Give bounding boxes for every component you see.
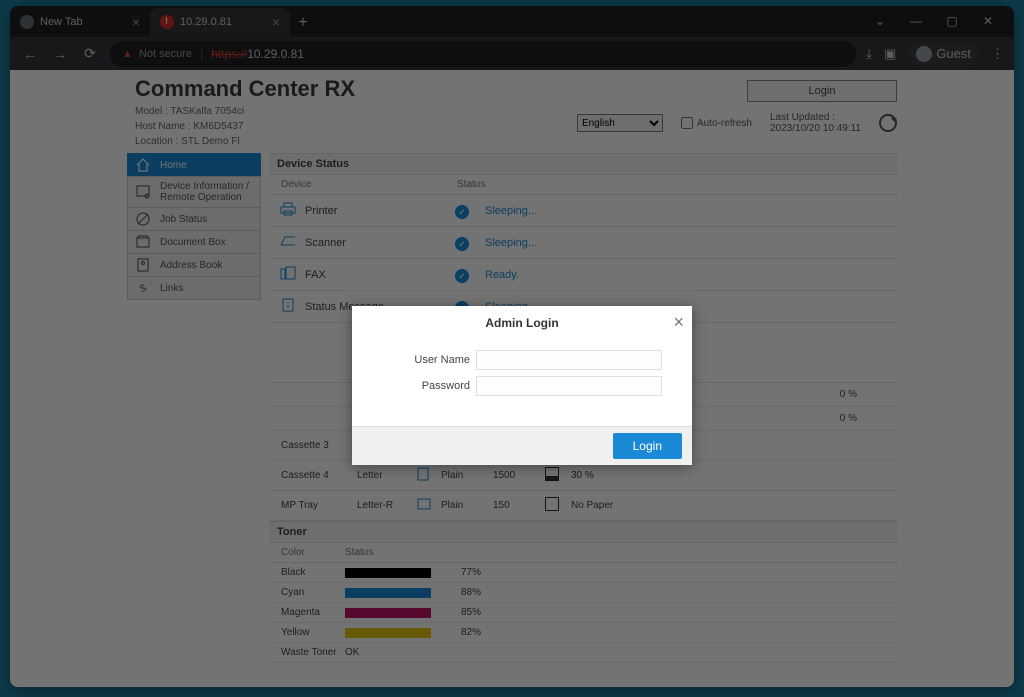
- admin-login-modal: × Admin Login User Name Password Login: [352, 306, 692, 465]
- modal-footer: Login: [352, 426, 692, 465]
- password-label: Password: [382, 380, 476, 392]
- close-icon[interactable]: ×: [673, 312, 684, 333]
- browser-window: New Tab × 10.29.0.81 × + ⌄ — ▢ ✕ ← → ⟳ ▲…: [10, 6, 1014, 687]
- username-label: User Name: [382, 354, 476, 366]
- login-button[interactable]: Login: [613, 433, 682, 459]
- password-input[interactable]: [476, 376, 662, 396]
- login-form: User Name Password: [352, 340, 692, 426]
- modal-title: Admin Login: [352, 306, 692, 340]
- username-input[interactable]: [476, 350, 662, 370]
